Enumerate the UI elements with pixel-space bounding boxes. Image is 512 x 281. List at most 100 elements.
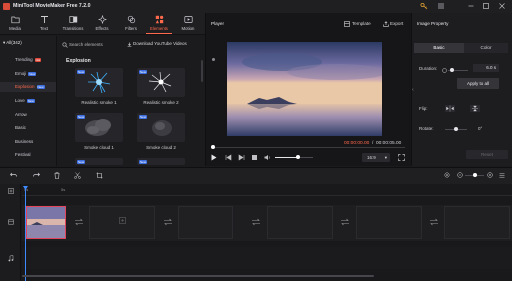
transition-icon[interactable] <box>251 218 261 226</box>
category-festival[interactable]: Festival <box>15 152 31 157</box>
search-icon <box>62 42 68 48</box>
timeline-zoom-slider[interactable] <box>465 173 484 177</box>
flip-horizontal-icon[interactable] <box>445 105 455 112</box>
duration-icon <box>442 68 447 73</box>
timeline-horizontal-scrollbar[interactable] <box>22 275 374 277</box>
aspect-ratio-select[interactable]: 16:9 ▾ <box>362 153 390 162</box>
category-explosion[interactable]: Explosion New <box>15 84 45 89</box>
element-thumbnail-smoke-cloud-2[interactable]: New <box>137 113 185 142</box>
collapse-panel-icon[interactable]: ‹ <box>412 87 414 97</box>
new-badge: New <box>36 84 45 89</box>
hot-badge: Hot <box>34 57 42 62</box>
clip-slot[interactable] <box>267 206 333 239</box>
category-all[interactable]: ▾ All(342) <box>3 40 22 46</box>
duration-value[interactable]: 6.0 s <box>473 64 499 72</box>
zoom-in-icon[interactable] <box>487 172 493 178</box>
tab-media[interactable]: Media <box>2 15 28 34</box>
clip-slot[interactable] <box>178 206 233 239</box>
transition-icon[interactable] <box>340 218 350 226</box>
delete-icon[interactable] <box>54 172 60 179</box>
play-icon[interactable] <box>211 154 217 161</box>
timeline-zoom-knob[interactable] <box>472 173 477 177</box>
split-icon[interactable] <box>74 172 81 179</box>
element-thumbnail-realistic-smoke-1[interactable]: New <box>75 68 123 97</box>
element-label: Smoke cloud 2 <box>146 145 176 150</box>
volume-fill <box>275 157 298 158</box>
browser-scrollbar[interactable] <box>201 60 203 82</box>
new-tag: New <box>77 115 86 119</box>
video-clip[interactable] <box>26 206 66 239</box>
tab-effects-label: Effects <box>95 26 109 31</box>
clip-slot[interactable] <box>356 206 422 239</box>
app-title: MiniTool MovieMaker Free 7.2.0 <box>13 3 91 9</box>
tab-text[interactable]: Text <box>31 15 57 34</box>
zoom-out-icon[interactable] <box>457 172 463 178</box>
stop-icon[interactable] <box>252 155 257 160</box>
player-side-handle[interactable] <box>212 58 215 61</box>
volume-knob[interactable] <box>295 155 300 159</box>
category-business[interactable]: Business <box>15 139 33 144</box>
category-trending[interactable]: Trending Hot <box>15 57 42 62</box>
new-badge: New <box>26 98 35 103</box>
transition-icon[interactable] <box>163 218 173 226</box>
element-thumbnail-realistic-smoke-2[interactable]: New <box>137 68 185 97</box>
crop-icon[interactable] <box>96 172 103 179</box>
filters-icon <box>127 15 136 24</box>
maximize-icon[interactable] <box>482 2 490 10</box>
tab-basic[interactable]: Basic <box>414 43 464 53</box>
duration-slider-knob[interactable] <box>450 68 454 72</box>
transition-icon[interactable] <box>429 218 439 226</box>
chevron-down-icon: ▾ <box>384 155 387 160</box>
minimize-icon[interactable] <box>467 2 475 10</box>
element-thumbnail-partial[interactable]: New <box>75 158 123 165</box>
rotate-value[interactable]: 0° <box>478 126 482 131</box>
category-basic[interactable]: Basic <box>15 125 26 130</box>
timeline-menu-icon[interactable] <box>499 173 505 178</box>
rotate-slider-knob[interactable] <box>454 127 458 131</box>
add-track-icon[interactable] <box>8 188 14 194</box>
close-icon[interactable] <box>498 2 506 10</box>
apply-to-all-button[interactable]: Apply to all <box>457 78 499 89</box>
seek-handle[interactable] <box>211 145 215 149</box>
export-button[interactable]: Export <box>390 21 403 26</box>
tick-label-5: 5s <box>61 187 66 192</box>
tab-transitions[interactable]: Transitions <box>60 15 86 34</box>
tab-filters[interactable]: Filters <box>118 15 144 34</box>
seek-bar[interactable] <box>211 147 405 148</box>
video-preview[interactable] <box>227 42 382 136</box>
flip-vertical-icon[interactable] <box>470 105 480 112</box>
template-icon <box>344 21 350 27</box>
audio-track-icon <box>8 255 14 262</box>
category-love[interactable]: Love New <box>15 98 35 103</box>
audio-track[interactable] <box>22 247 512 269</box>
element-thumbnail-smoke-cloud-1[interactable]: New <box>75 113 123 142</box>
playhead[interactable] <box>25 188 26 281</box>
element-thumbnail-partial[interactable]: New <box>137 158 185 165</box>
category-emoji[interactable]: Emoji New <box>15 71 37 76</box>
redo-icon[interactable] <box>33 172 40 178</box>
tab-effects[interactable]: Effects <box>89 15 115 34</box>
volume-slider[interactable] <box>275 155 313 159</box>
transition-icon[interactable] <box>74 218 84 226</box>
sunset-lake-image <box>227 42 382 136</box>
previous-frame-icon[interactable] <box>225 154 232 161</box>
aspect-ratio-value: 16:9 <box>367 155 376 160</box>
fullscreen-icon[interactable] <box>398 154 405 161</box>
undo-icon[interactable] <box>10 172 17 178</box>
key-icon[interactable] <box>420 2 428 10</box>
download-youtube-button[interactable]: Download YouTube Videos <box>133 41 187 46</box>
menu-icon[interactable] <box>437 2 445 10</box>
template-button[interactable]: Template <box>352 21 371 26</box>
category-arrow[interactable]: Arrow <box>15 112 27 117</box>
clip-slot[interactable] <box>444 206 510 239</box>
video-track-icon <box>8 219 14 225</box>
fit-timeline-icon[interactable] <box>444 172 450 178</box>
media-placeholder-icon <box>119 217 126 224</box>
tab-color[interactable]: Color <box>464 43 508 53</box>
reset-button[interactable]: Reset <box>466 150 508 159</box>
next-frame-icon[interactable] <box>238 154 245 161</box>
tab-elements[interactable]: Elements <box>146 15 172 34</box>
category-explosion-label: Explosion <box>15 84 35 89</box>
volume-icon[interactable] <box>264 154 271 161</box>
tab-motion[interactable]: Motion <box>175 15 201 34</box>
